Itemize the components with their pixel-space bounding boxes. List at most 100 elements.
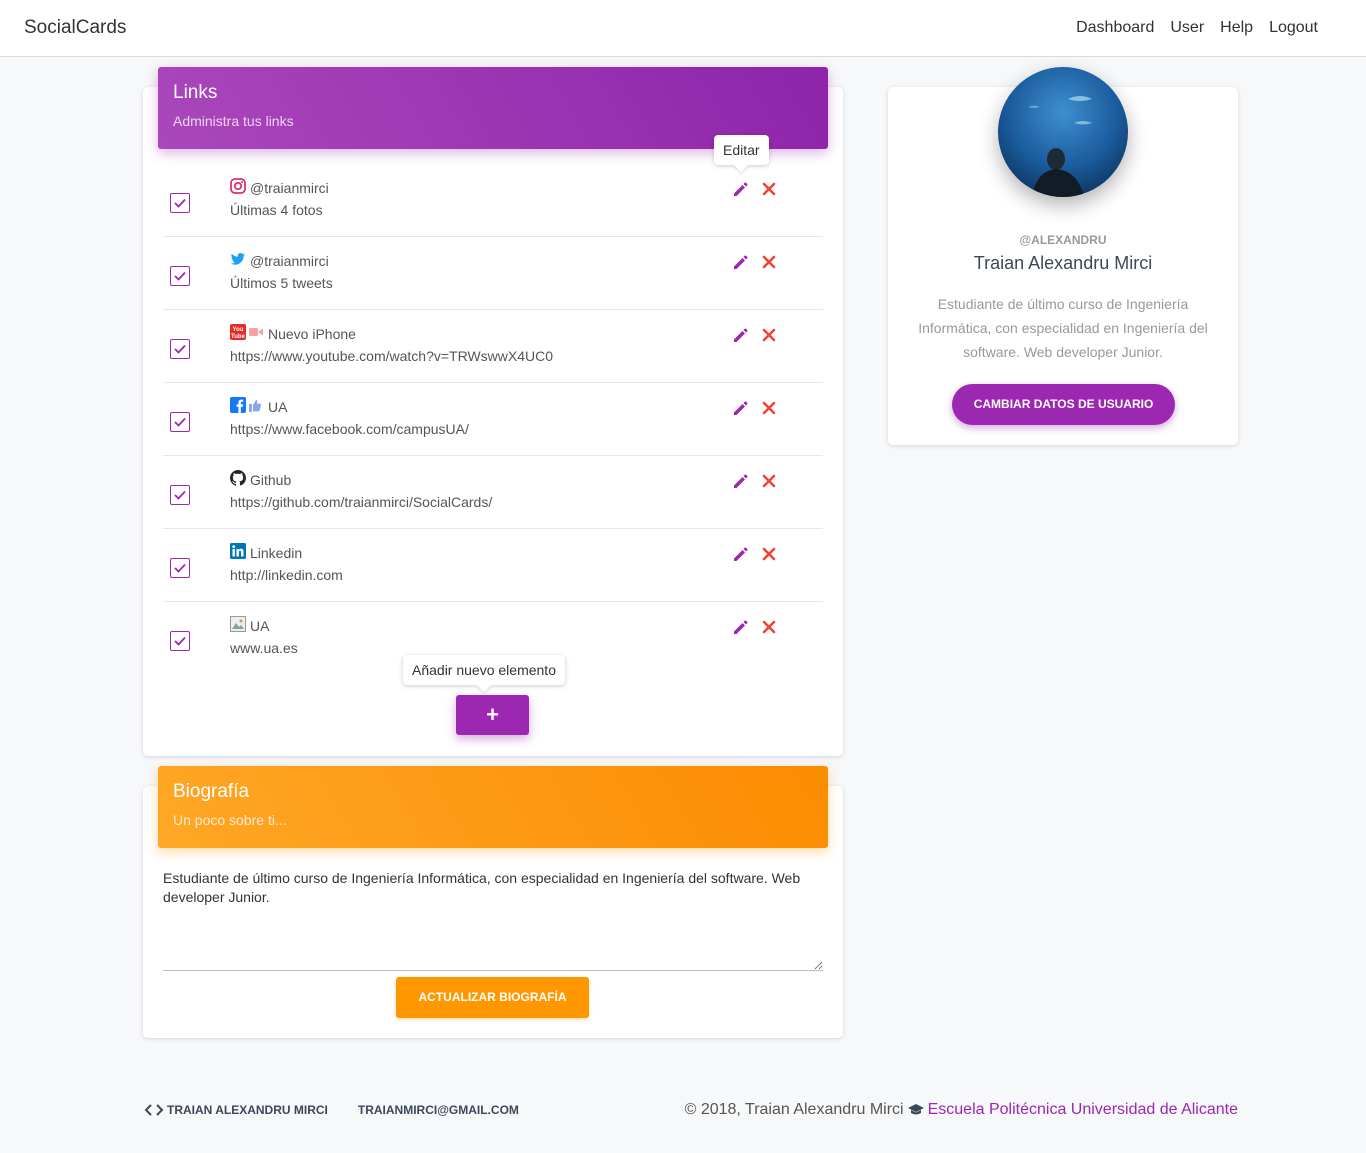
- close-icon: [762, 328, 776, 342]
- add-link-button[interactable]: +: [456, 695, 529, 735]
- link-title: UA: [268, 398, 288, 415]
- close-icon: [762, 182, 776, 196]
- profile-description: Estudiante de último curso de Ingeniería…: [918, 296, 1208, 360]
- link-detail: https://www.facebook.com/campusUA/: [230, 421, 469, 437]
- add-tooltip: Añadir nuevo elemento: [403, 655, 565, 685]
- footer-author-link[interactable]: TRAIAN ALEXANDRU MIRCI: [144, 1103, 328, 1117]
- link-checkbox[interactable]: [170, 631, 190, 651]
- link-checkbox[interactable]: [170, 339, 190, 359]
- link-detail: Últimas 4 fotos: [230, 202, 323, 218]
- pencil-icon: [734, 620, 748, 634]
- edit-link-button[interactable]: [731, 545, 749, 563]
- link-row: @traianmirci Últimas 4 fotos: [163, 164, 823, 237]
- nav-links: Dashboard User Help Logout: [1076, 19, 1318, 37]
- pencil-icon: [734, 401, 748, 415]
- footer-email[interactable]: TRAIANMIRCI@GMAIL.COM: [358, 1103, 519, 1117]
- delete-link-button[interactable]: [762, 255, 776, 269]
- link-title-line: @traianmirci: [230, 178, 329, 197]
- code-icon: [144, 1104, 164, 1116]
- link-title-line: Github: [230, 470, 291, 489]
- close-icon: [762, 547, 776, 561]
- link-detail: https://www.youtube.com/watch?v=TRWswwX4…: [230, 348, 554, 364]
- change-user-data-button[interactable]: CAMBIAR DATOS DE USUARIO: [952, 384, 1175, 425]
- footer-author: TRAIAN ALEXANDRU MIRCI: [167, 1103, 328, 1117]
- edit-link-button[interactable]: [731, 472, 749, 490]
- bio-textarea[interactable]: Estudiante de último curso de Ingeniería…: [163, 869, 823, 971]
- avatar: [998, 67, 1128, 197]
- delete-link-button[interactable]: [762, 401, 776, 415]
- footer-copyright: © 2018, Traian Alexandru Mirci: [684, 1101, 904, 1118]
- link-title: @traianmirci: [250, 179, 329, 196]
- check-icon: [174, 344, 186, 354]
- link-row: UA https://www.facebook.com/campusUA/: [163, 383, 823, 456]
- close-icon: [762, 255, 776, 269]
- bio-card-subtitle: Un poco sobre ti...: [173, 812, 287, 828]
- link-row: @traianmirci Últimos 5 tweets: [163, 237, 823, 310]
- link-title: UA: [250, 617, 270, 634]
- bio-card-header: Biografía Un poco sobre ti...: [158, 766, 828, 848]
- footer-school-link[interactable]: Escuela Politécnica Universidad de Alica…: [928, 1101, 1238, 1119]
- check-icon: [174, 417, 186, 427]
- profile-handle: @ALEXANDRU: [1019, 233, 1107, 247]
- check-icon: [174, 636, 186, 646]
- link-checkbox[interactable]: [170, 485, 190, 505]
- svg-text:Tube: Tube: [231, 334, 246, 340]
- edit-link-button[interactable]: [731, 180, 749, 198]
- delete-link-button[interactable]: [762, 328, 776, 342]
- links-card: Links Administra tus links Editar @traia…: [143, 67, 843, 756]
- link-checkbox[interactable]: [170, 412, 190, 432]
- links-card-subtitle: Administra tus links: [173, 113, 294, 129]
- graduation-cap-icon: [907, 1104, 924, 1115]
- links-card-title: Links: [173, 82, 218, 103]
- check-icon: [174, 271, 186, 281]
- web-image-icon: [230, 616, 246, 635]
- link-checkbox[interactable]: [170, 266, 190, 286]
- nav-dashboard[interactable]: Dashboard: [1076, 19, 1154, 37]
- pencil-icon: [734, 182, 748, 196]
- profile-name: Traian Alexandru Mirci: [973, 253, 1153, 273]
- link-title-line: Linkedin: [230, 543, 302, 562]
- edit-link-button[interactable]: [731, 253, 749, 271]
- link-row: Linkedin http://linkedin.com: [163, 529, 823, 602]
- svg-text:You: You: [233, 327, 244, 333]
- nav-user[interactable]: User: [1170, 19, 1204, 37]
- edit-tooltip: Editar: [714, 135, 769, 165]
- link-checkbox[interactable]: [170, 193, 190, 213]
- close-icon: [762, 401, 776, 415]
- delete-link-button[interactable]: [762, 620, 776, 634]
- edit-link-button[interactable]: [731, 326, 749, 344]
- nav-logout[interactable]: Logout: [1269, 19, 1318, 37]
- link-checkbox[interactable]: [170, 558, 190, 578]
- pencil-icon: [734, 474, 748, 488]
- github-icon: [230, 470, 246, 489]
- link-title: Nuevo iPhone: [268, 325, 356, 342]
- link-row: Github https://github.com/traianmirci/Soc…: [163, 456, 823, 529]
- delete-link-button[interactable]: [762, 182, 776, 196]
- update-bio-button[interactable]: ACTUALIZAR BIOGRAFÍA: [396, 977, 589, 1018]
- link-detail: www.ua.es: [230, 640, 298, 656]
- link-detail: Últimos 5 tweets: [230, 275, 333, 291]
- linkedin-icon: [230, 543, 246, 562]
- check-icon: [174, 198, 186, 208]
- edit-link-button[interactable]: [731, 399, 749, 417]
- avatar-image: [998, 67, 1128, 197]
- edit-link-button[interactable]: [731, 618, 749, 636]
- pencil-icon: [734, 255, 748, 269]
- bio-card-title: Biografía: [173, 781, 250, 802]
- instagram-icon: [230, 178, 246, 197]
- nav-help[interactable]: Help: [1220, 19, 1253, 37]
- link-title: @traianmirci: [250, 252, 329, 269]
- link-detail: http://linkedin.com: [230, 567, 343, 583]
- link-title-line: @traianmirci: [230, 251, 329, 270]
- check-icon: [174, 563, 186, 573]
- link-detail: https://github.com/traianmirci/SocialCar…: [230, 494, 493, 510]
- brand[interactable]: SocialCards: [24, 17, 126, 39]
- delete-link-button[interactable]: [762, 547, 776, 561]
- footer-left: TRAIAN ALEXANDRU MIRCI TRAIANMIRCI@GMAIL…: [144, 1103, 519, 1117]
- twitter-icon: [230, 251, 246, 270]
- close-icon: [762, 620, 776, 634]
- pencil-icon: [734, 547, 748, 561]
- delete-link-button[interactable]: [762, 474, 776, 488]
- link-title: Github: [250, 471, 292, 488]
- pencil-icon: [734, 328, 748, 342]
